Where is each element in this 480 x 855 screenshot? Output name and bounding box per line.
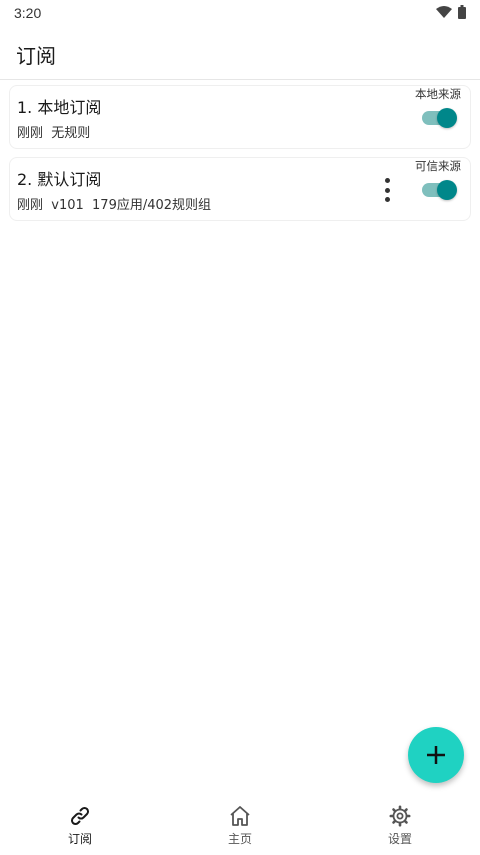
source-tag: 可信来源 — [415, 159, 461, 173]
link-icon — [70, 806, 90, 826]
nav-item-settings[interactable]: 设置 — [360, 805, 440, 851]
subscription-title: 1. 本地订阅 — [17, 98, 102, 117]
more-options-icon[interactable] — [382, 178, 392, 202]
subscription-desc: 刚刚 无规则 — [17, 126, 91, 141]
subscription-card-default[interactable]: 2. 默认订阅 刚刚 v101 179应用/402规则组 可信来源 — [9, 157, 471, 221]
enable-toggle[interactable] — [422, 107, 457, 128]
status-icons — [436, 5, 466, 19]
source-tag: 本地来源 — [415, 87, 461, 101]
add-subscription-button[interactable] — [408, 727, 464, 783]
nav-item-subscription[interactable]: 订阅 — [40, 805, 120, 851]
status-bar: 3:20 — [0, 0, 480, 26]
nav-item-home[interactable]: 主页 — [200, 805, 280, 851]
battery-icon — [458, 5, 466, 19]
wifi-icon — [436, 6, 452, 18]
enable-toggle[interactable] — [422, 179, 457, 200]
toggle-thumb — [437, 180, 457, 200]
toggle-thumb — [437, 108, 457, 128]
page-title: 订阅 — [16, 44, 56, 68]
gear-icon — [389, 805, 411, 827]
plus-icon — [427, 746, 445, 764]
nav-label: 订阅 — [67, 832, 92, 846]
bottom-nav: 订阅 主页 设置 — [0, 797, 480, 855]
subscription-card-local[interactable]: 1. 本地订阅 刚刚 无规则 本地来源 — [9, 85, 471, 149]
home-icon — [230, 806, 250, 826]
subscription-title: 2. 默认订阅 — [17, 170, 102, 189]
nav-label: 主页 — [227, 832, 252, 846]
subscription-desc: 刚刚 v101 179应用/402规则组 — [17, 198, 212, 213]
nav-label: 设置 — [387, 832, 412, 846]
app-bar: 订阅 — [0, 26, 480, 80]
status-time: 3:20 — [14, 5, 42, 21]
